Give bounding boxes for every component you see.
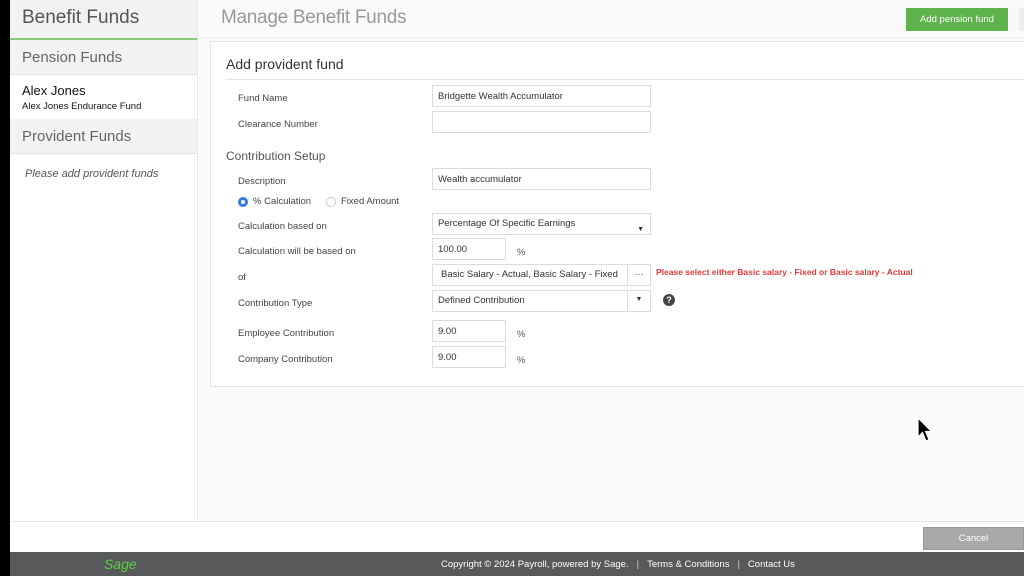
fund-name: Alex Jones Endurance Fund bbox=[22, 101, 142, 112]
terms-link[interactable]: Terms & Conditions bbox=[647, 559, 729, 570]
description-input[interactable] bbox=[432, 168, 651, 190]
sidebar-title: Benefit Funds bbox=[10, 0, 197, 40]
chevron-down-icon: ▼ bbox=[637, 226, 644, 233]
company-contribution-label: Company Contribution bbox=[238, 354, 333, 365]
employee-contribution-label: Employee Contribution bbox=[238, 328, 335, 339]
calculation-will-be-based-on-label: Calculation will be based on bbox=[238, 246, 356, 257]
calculation-based-on-select[interactable]: Percentage Of Specific Earnings ▼ bbox=[432, 213, 651, 235]
sidebar-item-pension-fund[interactable]: Alex Jones Alex Jones Endurance Fund bbox=[10, 75, 197, 119]
clearance-number-input[interactable] bbox=[432, 111, 651, 133]
provident-empty-message: Please add provident funds bbox=[25, 168, 159, 180]
add-pension-fund-button[interactable]: Add pension fund bbox=[906, 8, 1008, 31]
cancel-button[interactable]: Cancel bbox=[923, 527, 1024, 550]
mouse-cursor-icon bbox=[917, 417, 933, 442]
more-options-button[interactable]: ··· bbox=[627, 265, 650, 285]
sidebar-section-provident-funds[interactable]: Provident Funds bbox=[10, 119, 197, 154]
footer: Sage Copyright © 2024 Payroll, powered b… bbox=[10, 552, 1024, 576]
radio-fixed-amount-label[interactable]: Fixed Amount bbox=[341, 196, 399, 207]
company-contribution-unit: % bbox=[517, 355, 526, 366]
earnings-selection-field[interactable]: Basic Salary - Actual, Basic Salary - Fi… bbox=[432, 264, 651, 286]
sage-logo: Sage bbox=[104, 556, 137, 572]
footer-separator: | bbox=[737, 559, 740, 570]
action-bar: Cancel bbox=[10, 521, 1024, 552]
earnings-selection-value: Basic Salary - Actual, Basic Salary - Fi… bbox=[441, 269, 618, 280]
chevron-down-icon: ▼ bbox=[627, 291, 650, 311]
fund-name-label: Fund Name bbox=[238, 93, 288, 104]
contact-us-link[interactable]: Contact Us bbox=[748, 559, 795, 570]
footer-separator: | bbox=[636, 559, 640, 570]
help-icon[interactable]: ? bbox=[663, 294, 675, 306]
contribution-type-value: Defined Contribution bbox=[438, 295, 525, 306]
page-header: Manage Benefit Funds Add pension fund bbox=[199, 0, 1024, 38]
contribution-setup-heading: Contribution Setup bbox=[226, 149, 326, 163]
sidebar-section-pension-funds[interactable]: Pension Funds bbox=[10, 40, 197, 75]
form-title: Add provident fund bbox=[226, 56, 344, 72]
form-divider bbox=[226, 79, 1024, 80]
copyright-text: Copyright © 2024 Payroll, powered by Sag… bbox=[441, 559, 629, 570]
radio-percent-calculation-label[interactable]: % Calculation bbox=[253, 196, 311, 207]
employee-contribution-input[interactable] bbox=[432, 320, 506, 342]
earnings-error-message: Please select either Basic salary - Fixe… bbox=[656, 267, 913, 277]
page-title: Manage Benefit Funds bbox=[221, 7, 407, 28]
header-edge-button[interactable] bbox=[1019, 8, 1024, 31]
fund-owner-name: Alex Jones bbox=[22, 83, 86, 98]
main-content: Manage Benefit Funds Add pension fund Ad… bbox=[199, 0, 1024, 521]
fund-name-input[interactable] bbox=[432, 85, 651, 107]
of-label: of bbox=[238, 272, 246, 283]
radio-percent-calculation[interactable] bbox=[238, 197, 248, 207]
sidebar: Benefit Funds Pension Funds Alex Jones A… bbox=[10, 0, 198, 521]
radio-fixed-amount[interactable] bbox=[326, 197, 336, 207]
contribution-type-select[interactable]: Defined Contribution ▼ bbox=[432, 290, 651, 312]
calculation-percent-input[interactable] bbox=[432, 238, 506, 260]
calculation-percent-unit: % bbox=[517, 247, 526, 258]
footer-links: Copyright © 2024 Payroll, powered by Sag… bbox=[441, 559, 795, 570]
employee-contribution-unit: % bbox=[517, 329, 526, 340]
app-window: Benefit Funds Pension Funds Alex Jones A… bbox=[10, 0, 1024, 576]
contribution-type-label: Contribution Type bbox=[238, 298, 313, 309]
company-contribution-input[interactable] bbox=[432, 346, 506, 368]
calculation-based-on-value: Percentage Of Specific Earnings bbox=[438, 218, 576, 229]
calculation-based-on-label: Calculation based on bbox=[238, 221, 327, 232]
clearance-number-label: Clearance Number bbox=[238, 119, 318, 130]
description-label: Description bbox=[238, 176, 286, 187]
add-provident-fund-form: Add provident fund Fund Name Clearance N… bbox=[210, 41, 1024, 387]
